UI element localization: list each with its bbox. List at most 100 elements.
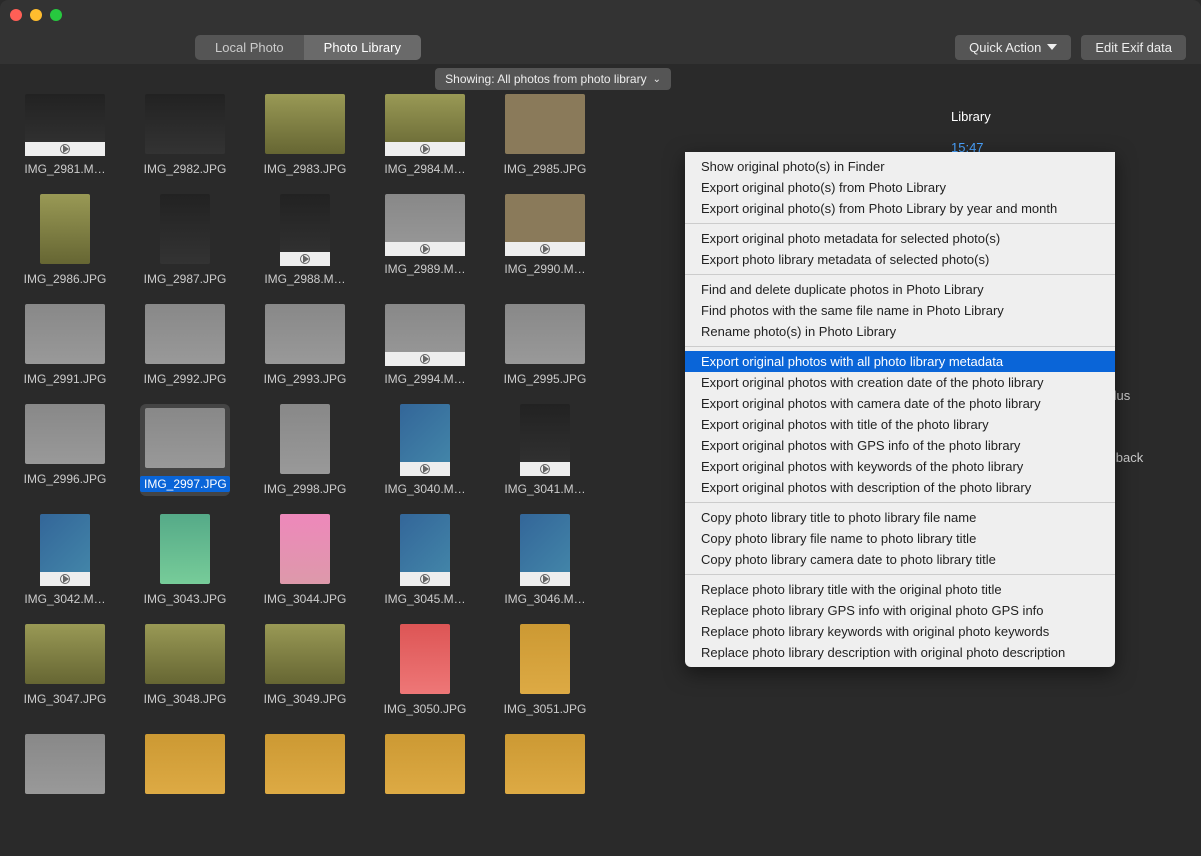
thumbnail-item[interactable]: IMG_2987.JPG — [140, 194, 230, 286]
close-icon[interactable] — [10, 9, 22, 21]
thumbnail-label: IMG_3048.JPG — [144, 692, 227, 706]
menu-item[interactable]: Export original photo(s) from Photo Libr… — [685, 177, 1115, 198]
titlebar — [0, 0, 1201, 30]
menu-item[interactable]: Export original photos with camera date … — [685, 393, 1115, 414]
thumbnail-label: IMG_2993.JPG — [264, 372, 347, 386]
thumbnail-image — [400, 514, 450, 584]
thumbnail-item[interactable]: IMG_3040.M… — [380, 404, 470, 496]
thumbnail-label: IMG_2995.JPG — [504, 372, 587, 386]
thumbnail-item[interactable]: IMG_3047.JPG — [20, 624, 110, 716]
menu-item[interactable]: Export original photos with creation dat… — [685, 372, 1115, 393]
thumbnail-item[interactable]: IMG_3046.M… — [500, 514, 590, 606]
thumbnail-item[interactable]: IMG_3042.M… — [20, 514, 110, 606]
menu-item[interactable]: Replace photo library keywords with orig… — [685, 621, 1115, 642]
thumbnail-image — [400, 624, 450, 694]
thumbnail-item[interactable]: IMG_2995.JPG — [500, 304, 590, 386]
thumbnail-label: IMG_3042.M… — [24, 592, 105, 606]
menu-item[interactable]: Export original photos with description … — [685, 477, 1115, 498]
menu-item[interactable]: Export original photos with GPS info of … — [685, 435, 1115, 456]
menu-item[interactable]: Find photos with the same file name in P… — [685, 300, 1115, 321]
menu-item[interactable]: Rename photo(s) in Photo Library — [685, 321, 1115, 342]
thumbnail-item[interactable] — [260, 734, 350, 802]
tab-local[interactable]: Local Photo — [195, 35, 304, 60]
thumbnail-label: IMG_3040.M… — [384, 482, 465, 496]
menu-item[interactable]: Export original photos with keywords of … — [685, 456, 1115, 477]
thumbnail-item[interactable]: IMG_2984.M… — [380, 94, 470, 176]
thumbnail-item[interactable]: IMG_3049.JPG — [260, 624, 350, 716]
thumbnail-item[interactable]: IMG_2988.M… — [260, 194, 350, 286]
thumbnail-label: IMG_2982.JPG — [144, 162, 227, 176]
quick-action-menu: Show original photo(s) in FinderExport o… — [685, 152, 1115, 667]
thumbnail-image — [25, 734, 105, 794]
thumbnail-item[interactable]: IMG_2981.M… — [20, 94, 110, 176]
thumbnail-label: IMG_3050.JPG — [384, 702, 467, 716]
edit-exif-button[interactable]: Edit Exif data — [1081, 35, 1186, 60]
menu-item[interactable]: Show original photo(s) in Finder — [685, 156, 1115, 177]
quick-action-button[interactable]: Quick Action — [955, 35, 1071, 60]
thumbnail-item[interactable] — [500, 734, 590, 802]
thumbnail-item[interactable]: IMG_2990.M… — [500, 194, 590, 286]
source-tabs: Local Photo Photo Library — [195, 35, 421, 60]
thumbnail-image — [160, 514, 210, 584]
menu-item[interactable]: Copy photo library camera date to photo … — [685, 549, 1115, 570]
thumbnail-item[interactable]: IMG_3044.JPG — [260, 514, 350, 606]
thumbnail-item[interactable]: IMG_3050.JPG — [380, 624, 470, 716]
menu-item[interactable]: Export original photo metadata for selec… — [685, 228, 1115, 249]
thumbnail-image — [520, 404, 570, 474]
menu-item[interactable]: Copy photo library file name to photo li… — [685, 528, 1115, 549]
thumbnail-item[interactable]: IMG_2983.JPG — [260, 94, 350, 176]
chevron-down-icon: ⌄ — [653, 74, 661, 85]
menu-item[interactable]: Replace photo library GPS info with orig… — [685, 600, 1115, 621]
thumbnail-grid[interactable]: IMG_2981.M… IMG_2982.JPG IMG_2983.JPG IMG_2… — [0, 94, 681, 856]
video-badge-icon — [400, 572, 450, 586]
thumbnail-label: IMG_3046.M… — [504, 592, 585, 606]
thumbnail-item[interactable]: IMG_2997.JPG — [140, 404, 230, 496]
thumbnail-image — [265, 94, 345, 154]
thumbnail-label: IMG_3041.M… — [504, 482, 585, 496]
menu-item[interactable]: Export original photos with title of the… — [685, 414, 1115, 435]
filter-button[interactable]: Showing: All photos from photo library ⌄ — [435, 68, 671, 90]
thumbnail-item[interactable]: IMG_2982.JPG — [140, 94, 230, 176]
thumbnail-label: IMG_2985.JPG — [504, 162, 587, 176]
thumbnail-item[interactable]: IMG_3045.M… — [380, 514, 470, 606]
thumbnail-item[interactable] — [140, 734, 230, 802]
thumbnail-label: IMG_2989.M… — [384, 262, 465, 276]
thumbnail-item[interactable]: IMG_2993.JPG — [260, 304, 350, 386]
meta-column-header: Library — [951, 104, 1181, 129]
thumbnail-image — [400, 404, 450, 474]
thumbnail-item[interactable]: IMG_2986.JPG — [20, 194, 110, 286]
thumbnail-item[interactable]: IMG_2994.M… — [380, 304, 470, 386]
thumbnail-item[interactable] — [380, 734, 470, 802]
thumbnail-item[interactable]: IMG_2996.JPG — [20, 404, 110, 496]
menu-item[interactable]: Export photo library metadata of selecte… — [685, 249, 1115, 270]
thumbnail-label: IMG_2997.JPG — [140, 476, 230, 492]
thumbnail-label: IMG_3047.JPG — [24, 692, 107, 706]
thumbnail-item[interactable]: IMG_2998.JPG — [260, 404, 350, 496]
thumbnail-item[interactable]: IMG_2985.JPG — [500, 94, 590, 176]
thumbnail-item[interactable]: IMG_3041.M… — [500, 404, 590, 496]
video-badge-icon — [40, 572, 90, 586]
thumbnail-item[interactable]: IMG_2992.JPG — [140, 304, 230, 386]
tab-library[interactable]: Photo Library — [304, 35, 421, 60]
thumbnail-image — [505, 734, 585, 794]
thumbnail-item[interactable]: IMG_2991.JPG — [20, 304, 110, 386]
thumbnail-image — [385, 194, 465, 254]
maximize-icon[interactable] — [50, 9, 62, 21]
thumbnail-item[interactable] — [20, 734, 110, 802]
thumbnail-label: IMG_2990.M… — [504, 262, 585, 276]
menu-item[interactable]: Find and delete duplicate photos in Phot… — [685, 279, 1115, 300]
thumbnail-item[interactable]: IMG_3051.JPG — [500, 624, 590, 716]
menu-item[interactable]: Export original photo(s) from Photo Libr… — [685, 198, 1115, 219]
thumbnail-label: IMG_2992.JPG — [144, 372, 227, 386]
thumbnail-item[interactable]: IMG_3043.JPG — [140, 514, 230, 606]
minimize-icon[interactable] — [30, 9, 42, 21]
menu-item[interactable]: Export original photos with all photo li… — [685, 351, 1115, 372]
menu-item[interactable]: Replace photo library description with o… — [685, 642, 1115, 663]
thumbnail-image — [25, 94, 105, 154]
video-badge-icon — [505, 242, 585, 256]
video-badge-icon — [520, 572, 570, 586]
thumbnail-item[interactable]: IMG_2989.M… — [380, 194, 470, 286]
menu-item[interactable]: Replace photo library title with the ori… — [685, 579, 1115, 600]
menu-item[interactable]: Copy photo library title to photo librar… — [685, 507, 1115, 528]
thumbnail-item[interactable]: IMG_3048.JPG — [140, 624, 230, 716]
